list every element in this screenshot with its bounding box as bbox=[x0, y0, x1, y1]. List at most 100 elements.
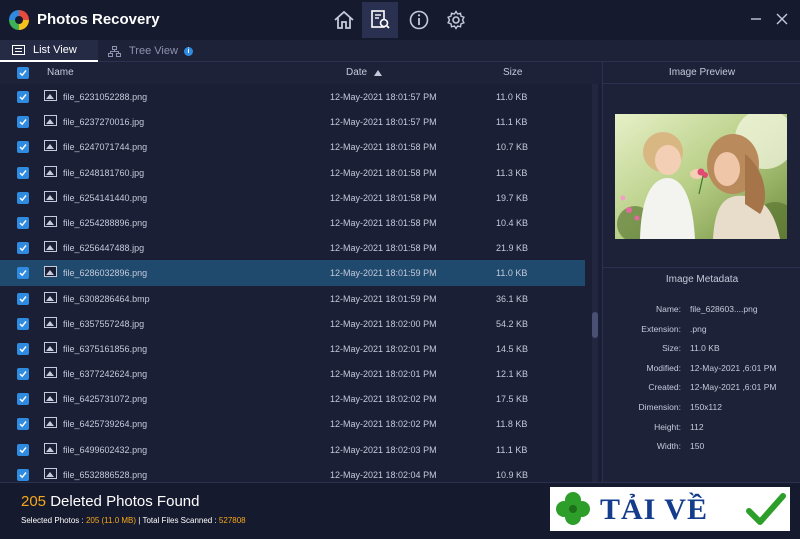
checkmark-icon bbox=[19, 295, 27, 302]
file-size: 10.9 KB bbox=[496, 469, 529, 480]
file-name: file_6308286464.bmp bbox=[63, 293, 150, 304]
metadata-key: Size: bbox=[662, 343, 681, 354]
preview-photo bbox=[615, 114, 787, 239]
row-checkbox[interactable] bbox=[17, 393, 29, 406]
file-name: file_6375161856.png bbox=[63, 343, 148, 354]
view-tab-bar: List View Tree View i bbox=[0, 40, 800, 98]
checkmark-icon bbox=[19, 169, 27, 176]
home-icon bbox=[334, 10, 354, 29]
file-date: 12-May-2021 18:02:04 PM bbox=[330, 469, 437, 480]
metadata-value: 150 bbox=[690, 441, 705, 452]
row-checkbox[interactable] bbox=[17, 368, 29, 381]
file-list: file_6231052288.png 12-May-2021 18:01:57 … bbox=[0, 84, 602, 482]
checkmark-icon bbox=[19, 119, 27, 126]
status-footer: 205 Deleted Photos Found Selected Photos… bbox=[0, 482, 800, 539]
row-checkbox[interactable] bbox=[17, 191, 29, 204]
row-checkbox[interactable] bbox=[17, 141, 29, 154]
tab-list-view[interactable]: List View bbox=[0, 40, 98, 62]
row-checkbox[interactable] bbox=[17, 418, 29, 431]
row-checkbox[interactable] bbox=[17, 166, 29, 179]
file-name: file_6237270016.jpg bbox=[63, 117, 145, 128]
column-header-size[interactable]: Size bbox=[503, 67, 522, 78]
file-size: 21.9 KB bbox=[496, 243, 529, 254]
file-date: 12-May-2021 18:02:03 PM bbox=[330, 444, 437, 455]
checkmark-logo-icon bbox=[746, 493, 786, 525]
file-row[interactable]: file_6254141440.png 12-May-2021 18:01:58 … bbox=[0, 185, 602, 210]
clover-logo-icon bbox=[556, 492, 590, 525]
file-row[interactable]: file_6248181760.jpg 12-May-2021 18:01:58 … bbox=[0, 160, 602, 185]
row-checkbox[interactable] bbox=[17, 216, 29, 229]
image-file-icon bbox=[44, 392, 57, 404]
row-checkbox[interactable] bbox=[17, 242, 29, 255]
found-label: Deleted Photos Found bbox=[46, 493, 200, 510]
row-checkbox[interactable] bbox=[17, 91, 29, 103]
total-scanned-value: 527808 bbox=[218, 516, 246, 525]
image-preview bbox=[615, 114, 787, 239]
checkmark-icon bbox=[19, 421, 27, 428]
file-date: 12-May-2021 18:01:58 PM bbox=[330, 243, 437, 254]
file-name: file_6254141440.png bbox=[63, 192, 148, 203]
tab-tree-view[interactable]: Tree View i bbox=[100, 40, 195, 62]
close-window-button[interactable] bbox=[771, 8, 793, 30]
file-row[interactable]: file_6308286464.bmp 12-May-2021 18:01:59 … bbox=[0, 286, 602, 311]
scrollbar-track[interactable] bbox=[592, 84, 598, 482]
info-button[interactable] bbox=[401, 2, 437, 38]
file-size: 12.1 KB bbox=[496, 369, 529, 380]
file-row[interactable]: file_6425739264.png 12-May-2021 18:02:02 … bbox=[0, 411, 602, 436]
tree-view-icon bbox=[108, 45, 121, 57]
file-date: 12-May-2021 18:02:02 PM bbox=[330, 419, 437, 430]
home-button[interactable] bbox=[326, 2, 362, 38]
watermark-text: TẢI VỀ bbox=[600, 493, 708, 526]
image-file-icon bbox=[44, 316, 57, 328]
app-title: Photos Recovery bbox=[37, 11, 160, 28]
file-size: 10.4 KB bbox=[496, 217, 529, 228]
row-checkbox[interactable] bbox=[17, 443, 29, 456]
file-row[interactable]: file_6425731072.png 12-May-2021 18:02:02 … bbox=[0, 386, 602, 411]
file-date: 12-May-2021 18:01:59 PM bbox=[330, 268, 437, 279]
row-checkbox[interactable] bbox=[17, 342, 29, 355]
checkmark-icon bbox=[19, 371, 27, 378]
row-checkbox[interactable] bbox=[17, 317, 29, 330]
file-row[interactable]: file_6231052288.png 12-May-2021 18:01:57 … bbox=[0, 84, 602, 109]
file-row[interactable]: file_6357557248.jpg 12-May-2021 18:02:00 … bbox=[0, 311, 602, 336]
file-row[interactable]: file_6499602432.png 12-May-2021 18:02:03 … bbox=[0, 437, 602, 462]
image-file-icon bbox=[44, 417, 57, 429]
info-badge-icon[interactable]: i bbox=[183, 46, 193, 56]
checkmark-icon bbox=[19, 94, 27, 101]
row-checkbox[interactable] bbox=[17, 267, 29, 280]
checkmark-icon bbox=[19, 345, 27, 353]
metadata-key: Height: bbox=[654, 421, 681, 432]
settings-button[interactable] bbox=[438, 2, 474, 38]
row-checkbox[interactable] bbox=[17, 116, 29, 129]
metadata-key: Extension: bbox=[641, 323, 681, 334]
checkmark-icon bbox=[19, 219, 27, 227]
file-name: file_6425731072.png bbox=[63, 394, 148, 405]
column-header-date[interactable]: Date bbox=[346, 67, 367, 78]
image-metadata-title: Image Metadata bbox=[603, 267, 800, 289]
file-date: 12-May-2021 18:01:58 PM bbox=[330, 142, 437, 153]
gear-icon bbox=[447, 10, 465, 30]
image-file-icon bbox=[44, 266, 57, 278]
scrollbar-thumb[interactable] bbox=[592, 312, 598, 338]
file-row[interactable]: file_6377242624.png 12-May-2021 18:02:01 … bbox=[0, 361, 602, 386]
scan-results-button[interactable] bbox=[362, 2, 398, 38]
file-row[interactable]: file_6256447488.jpg 12-May-2021 18:01:58 … bbox=[0, 235, 602, 260]
file-name: file_6247071744.png bbox=[63, 142, 148, 153]
metadata-key: Created: bbox=[648, 382, 681, 393]
row-checkbox[interactable] bbox=[17, 292, 29, 305]
file-row[interactable]: file_6286032896.png 12-May-2021 18:01:59 … bbox=[0, 260, 585, 286]
file-row[interactable]: file_6247071744.png 12-May-2021 18:01:58 … bbox=[0, 134, 602, 159]
column-header-name[interactable]: Name bbox=[47, 67, 74, 78]
minimize-button[interactable] bbox=[745, 8, 767, 30]
image-file-icon bbox=[44, 115, 57, 127]
file-row[interactable]: file_6237270016.jpg 12-May-2021 18:01:57 … bbox=[0, 109, 602, 134]
image-file-icon bbox=[44, 90, 57, 101]
image-file-icon bbox=[44, 442, 57, 454]
image-file-icon bbox=[44, 367, 57, 379]
file-row[interactable]: file_6254288896.png 12-May-2021 18:01:58 … bbox=[0, 210, 602, 235]
select-all-checkbox[interactable] bbox=[17, 67, 29, 79]
file-name: file_6377242624.png bbox=[63, 369, 148, 380]
row-checkbox[interactable] bbox=[17, 468, 29, 481]
file-row[interactable]: file_6375161856.png 12-May-2021 18:02:01 … bbox=[0, 336, 602, 361]
file-row[interactable]: file_6532886528.png 12-May-2021 18:02:04 … bbox=[0, 462, 602, 482]
